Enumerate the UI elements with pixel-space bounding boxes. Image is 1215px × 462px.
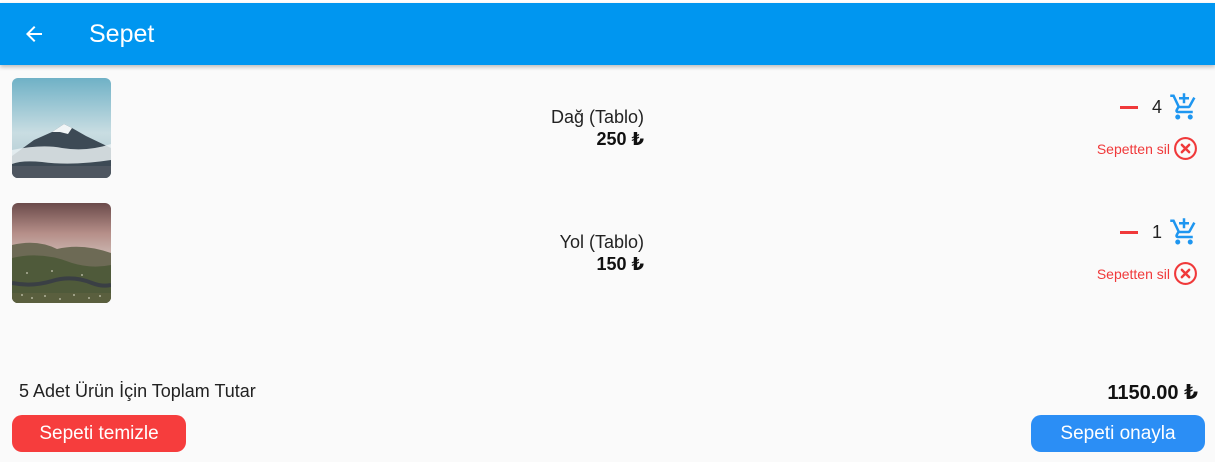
back-button[interactable] — [14, 18, 54, 50]
cancel-icon — [1174, 262, 1197, 285]
cancel-icon — [1174, 137, 1197, 160]
cart-item: Dağ (Tablo) 250 ₺ 4 Sepetten sil — [0, 78, 1215, 178]
clear-cart-button[interactable]: Sepeti temizle — [12, 415, 186, 452]
remove-from-cart-button[interactable]: Sepetten sil — [1097, 136, 1198, 161]
page-title: Sepet — [89, 20, 155, 48]
arrow-back-icon — [26, 26, 42, 42]
cart-item: Yol (Tablo) 150 ₺ 1 Sepetten sil — [0, 203, 1215, 303]
quantity-controls: 1 — [1117, 217, 1199, 247]
item-price: 150 ₺ — [596, 254, 644, 274]
total-label: 5 Adet Ürün İçin Toplam Tutar — [19, 381, 256, 401]
product-image-road — [12, 203, 111, 303]
remove-from-cart-button[interactable]: Sepetten sil — [1097, 261, 1198, 286]
total-amount: 1150.00 ₺ — [1107, 382, 1198, 404]
item-name: Yol (Tablo) — [559, 232, 644, 252]
remove-label: Sepetten sil — [1096, 140, 1170, 157]
remove-label: Sepetten sil — [1096, 265, 1170, 282]
add-shopping-cart-icon[interactable] — [1169, 217, 1199, 247]
quantity-value: 4 — [1151, 96, 1162, 117]
quantity-value: 1 — [1151, 221, 1162, 242]
minus-icon — [1120, 105, 1138, 109]
decrease-quantity-button[interactable] — [1117, 220, 1141, 244]
decrease-quantity-button[interactable] — [1117, 95, 1141, 119]
item-info: Dağ (Tablo) 250 ₺ — [400, 106, 644, 150]
item-price: 250 ₺ — [596, 129, 644, 149]
minus-icon — [1120, 230, 1138, 234]
item-name: Dağ (Tablo) — [550, 107, 644, 127]
product-image-mountain — [12, 78, 111, 178]
confirm-cart-button[interactable]: Sepeti onayla — [1031, 415, 1205, 452]
quantity-controls: 4 — [1117, 92, 1199, 122]
add-shopping-cart-icon[interactable] — [1169, 92, 1199, 122]
item-info: Yol (Tablo) 150 ₺ — [400, 231, 644, 275]
app-bar: Sepet — [0, 3, 1215, 65]
